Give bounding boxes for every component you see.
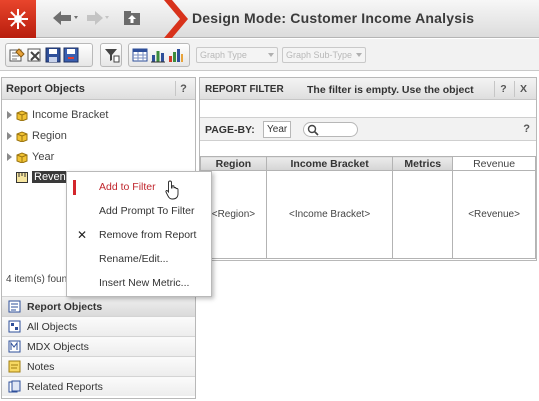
nav-report-objects[interactable]: Report Objects <box>2 296 195 316</box>
back-button[interactable] <box>50 6 80 30</box>
menu-item-insert-new-metric[interactable]: Insert New Metric... <box>67 272 211 294</box>
delete-report-icon[interactable] <box>27 47 43 63</box>
attribute-cube-icon <box>16 109 28 121</box>
back-arrow-icon <box>53 11 78 25</box>
mdx-objects-icon <box>8 340 21 353</box>
folder-up-icon <box>124 11 140 25</box>
grid-view-icon[interactable] <box>132 47 148 63</box>
report-grid: Region Income Bracket Metrics Revenue <R… <box>200 156 536 259</box>
attribute-cube-icon <box>16 151 28 163</box>
page-by-label: PAGE-BY: <box>205 124 255 136</box>
nav-label: Notes <box>27 360 55 373</box>
grid-cell-revenue[interactable]: <Revenue> <box>452 170 536 259</box>
chevron-right-icon <box>164 0 188 38</box>
home-button[interactable] <box>120 6 144 30</box>
context-menu: Add to Filter Add Prompt To Filter ✕ Rem… <box>66 171 212 297</box>
menu-item-add-prompt-to-filter[interactable]: Add Prompt To Filter <box>67 200 211 222</box>
save-as-icon[interactable] <box>63 47 79 63</box>
tree-item-income-bracket[interactable]: Income Bracket <box>7 107 108 123</box>
report-objects-icon <box>8 300 21 313</box>
column-header-revenue[interactable]: Revenue <box>452 156 536 171</box>
column-header-region[interactable]: Region <box>200 156 267 171</box>
page-by-chip-year[interactable]: Year <box>263 121 292 138</box>
close-button[interactable]: X <box>514 81 532 97</box>
expand-triangle-icon[interactable] <box>7 111 12 119</box>
forward-arrow-icon <box>87 11 109 25</box>
help-button[interactable]: ? <box>494 81 512 97</box>
page-by-bar: PAGE-BY: Year ? <box>200 117 536 141</box>
edit-report-icon[interactable] <box>9 47 25 63</box>
nav-mdx-objects[interactable]: MDX Objects <box>2 336 195 356</box>
related-reports-icon <box>8 380 21 393</box>
filter-icon[interactable] <box>104 47 120 63</box>
page-title: Design Mode: Customer Income Analysis <box>192 10 475 26</box>
notes-icon <box>8 360 21 373</box>
save-icon[interactable] <box>45 47 61 63</box>
menu-item-label: Add Prompt To Filter <box>99 205 195 217</box>
all-objects-icon <box>8 320 21 333</box>
graph-type-label: Graph Type <box>200 50 247 60</box>
hand-cursor-icon <box>165 180 179 200</box>
panel-title: Report Objects <box>6 82 85 95</box>
nav-label: Report Objects <box>27 300 103 313</box>
report-objects-header: Report Objects ? <box>2 78 195 100</box>
toolbar-group-view <box>128 43 190 67</box>
attribute-cube-icon <box>16 130 28 142</box>
report-filter-header: REPORT FILTER The filter is empty. Use t… <box>200 78 536 100</box>
report-filter-message: The filter is empty. Use the object <box>307 84 474 96</box>
forward-button[interactable] <box>84 6 112 30</box>
toolbar: Graph Type Graph Sub-Type <box>0 39 539 71</box>
menu-item-label: Rename/Edit... <box>99 253 169 265</box>
tree-item-label: Region <box>32 130 67 142</box>
menu-item-label: Add to Filter <box>99 181 156 193</box>
remove-x-icon: ✕ <box>77 228 88 242</box>
menu-item-rename-edit[interactable]: Rename/Edit... <box>67 248 211 270</box>
graph-type-select[interactable]: Graph Type <box>196 47 278 63</box>
nav-all-objects[interactable]: All Objects <box>2 316 195 336</box>
grid-cell-income-bracket[interactable]: <Income Bracket> <box>265 170 394 259</box>
toolbar-group-filter <box>100 43 122 67</box>
menu-item-label: Insert New Metric... <box>99 277 190 289</box>
chevron-down-icon <box>356 53 362 57</box>
tree-item-label: Income Bracket <box>32 109 109 121</box>
menu-item-add-to-filter[interactable]: Add to Filter <box>67 176 211 198</box>
column-header-metrics[interactable]: Metrics <box>392 156 454 171</box>
help-button[interactable]: ? <box>523 123 530 135</box>
metric-ruler-icon <box>16 171 28 183</box>
tree-item-year[interactable]: Year <box>7 149 54 165</box>
toolbar-group-file <box>5 43 93 67</box>
menu-item-remove-from-report[interactable]: ✕ Remove from Report <box>67 224 211 246</box>
nav-label: Related Reports <box>27 380 103 393</box>
menu-item-label: Remove from Report <box>99 229 197 241</box>
graph-view-icon[interactable] <box>150 47 166 63</box>
report-filter-title: REPORT FILTER <box>205 84 284 95</box>
items-found-count: 4 item(s) found <box>6 274 73 285</box>
nav-label: All Objects <box>27 320 78 333</box>
title-area: Design Mode: Customer Income Analysis <box>160 0 539 38</box>
expand-triangle-icon[interactable] <box>7 132 12 140</box>
tree-item-region[interactable]: Region <box>7 128 67 144</box>
grid-graph-view-icon[interactable] <box>168 47 184 63</box>
top-bar: Design Mode: Customer Income Analysis <box>0 0 539 38</box>
report-filter-panel: REPORT FILTER The filter is empty. Use t… <box>199 77 537 261</box>
page-by-search[interactable] <box>303 122 358 137</box>
tree-item-label: Year <box>32 151 55 163</box>
graph-subtype-select[interactable]: Graph Sub-Type <box>282 47 366 63</box>
help-button[interactable]: ? <box>175 81 191 96</box>
starburst-icon <box>8 9 28 29</box>
graph-subtype-label: Graph Sub-Type <box>286 50 353 60</box>
nav-notes[interactable]: Notes <box>2 356 195 376</box>
expand-triangle-icon[interactable] <box>7 153 12 161</box>
nav-label: MDX Objects <box>27 340 89 353</box>
object-browser-nav: Report Objects All Objects MDX Objects N… <box>2 296 195 396</box>
chevron-down-icon <box>268 53 274 57</box>
column-header-income-bracket[interactable]: Income Bracket <box>265 156 394 171</box>
nav-related-reports[interactable]: Related Reports <box>2 376 195 396</box>
grid-cell-metrics <box>392 170 454 259</box>
app-logo[interactable] <box>0 0 36 38</box>
search-icon <box>307 124 319 136</box>
